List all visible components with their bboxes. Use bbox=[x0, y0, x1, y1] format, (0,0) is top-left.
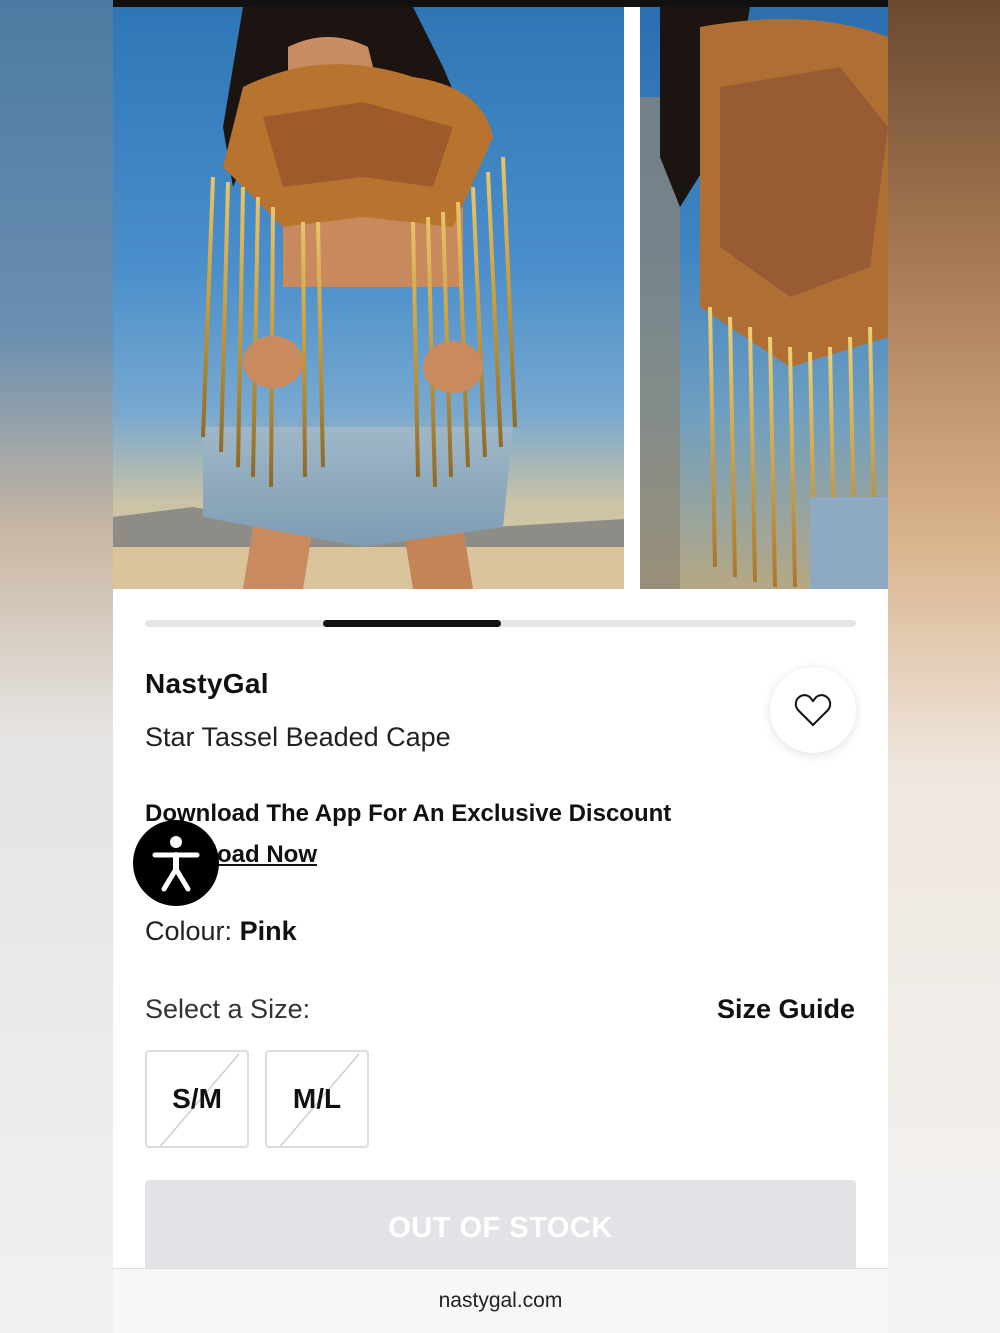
gallery-scroll-thumb[interactable] bbox=[323, 620, 501, 627]
product-image-1[interactable] bbox=[113, 7, 624, 589]
brand-name: NastyGal bbox=[145, 668, 269, 699]
size-guide-link[interactable]: Size Guide bbox=[717, 994, 855, 1025]
product-page: NastyGal Star Tassel Beaded Cape Downloa… bbox=[113, 0, 888, 1333]
size-option-m-l[interactable]: M/L bbox=[265, 1050, 369, 1148]
background-left bbox=[0, 0, 113, 1333]
image-gap bbox=[624, 7, 640, 589]
url-text: nastygal.com bbox=[438, 1289, 563, 1312]
product-image-1-graphic bbox=[113, 7, 624, 589]
wishlist-button[interactable] bbox=[770, 667, 856, 753]
heart-icon bbox=[794, 694, 832, 727]
top-bar bbox=[113, 0, 888, 7]
colour-value: Pink bbox=[239, 916, 297, 946]
size-option-label: M/L bbox=[292, 1083, 342, 1114]
accessibility-button[interactable] bbox=[133, 820, 219, 906]
out-of-stock-button[interactable]: OUT OF STOCK bbox=[145, 1180, 856, 1272]
browser-url-bar[interactable]: nastygal.com bbox=[113, 1268, 888, 1333]
colour-line: Colour: Pink bbox=[145, 916, 297, 947]
size-option-label: S/M bbox=[172, 1083, 222, 1114]
product-image-2[interactable] bbox=[640, 7, 888, 589]
select-size-label: Select a Size: bbox=[145, 994, 311, 1024]
colour-label: Colour: bbox=[145, 916, 233, 946]
product-image-2-graphic bbox=[640, 7, 888, 589]
product-title: Star Tassel Beaded Cape bbox=[145, 722, 451, 752]
size-option-s-m[interactable]: S/M bbox=[145, 1050, 249, 1148]
accessibility-icon bbox=[152, 836, 200, 892]
promo-text: Download The App For An Exclusive Discou… bbox=[145, 800, 672, 827]
background-right bbox=[888, 0, 1000, 1333]
